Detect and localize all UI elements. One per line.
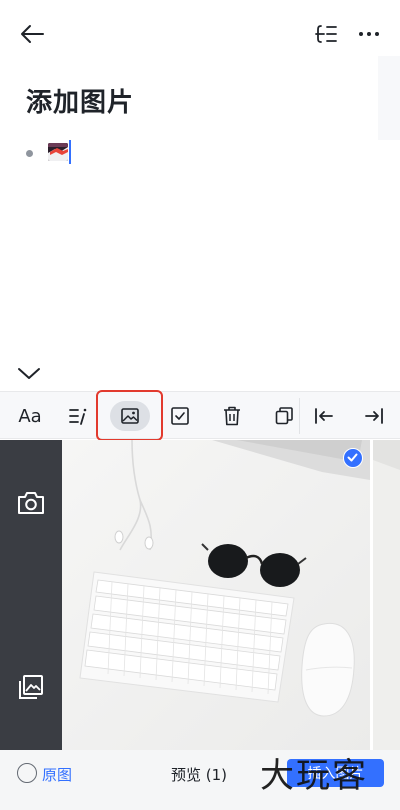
insert-image-button[interactable] [108, 392, 152, 440]
insert-image-button-confirm[interactable]: 插入图片 [287, 759, 384, 787]
picker-bottom-bar: 原图 预览 (1) 插入图片 [0, 750, 400, 810]
camera-icon[interactable] [17, 490, 45, 516]
list-format-button[interactable] [60, 392, 100, 440]
list-format-icon [69, 408, 87, 425]
copy-button[interactable] [264, 392, 304, 440]
inline-image-thumbnail[interactable] [48, 143, 68, 161]
copy-icon [275, 407, 293, 425]
text-format-button[interactable]: Aa [8, 392, 52, 440]
original-image-label[interactable]: 原图 [42, 764, 72, 785]
preview-button[interactable]: 预览 (1) [171, 764, 227, 785]
checkbox-button[interactable] [160, 392, 200, 440]
delete-button[interactable] [212, 392, 252, 440]
side-panel-edge [378, 56, 400, 140]
toolbar-divider [299, 398, 300, 434]
chevron-down-icon[interactable] [16, 362, 42, 384]
indent-icon [365, 408, 383, 424]
selected-check-icon[interactable] [343, 448, 363, 468]
image-picker [0, 440, 400, 750]
more-horizontal-icon[interactable] [356, 22, 382, 46]
original-image-radio[interactable] [17, 763, 37, 783]
photo-thumbnail[interactable] [373, 440, 400, 750]
gallery-icon[interactable] [18, 674, 44, 700]
text-caret [69, 140, 71, 164]
outline-icon[interactable] [313, 22, 339, 46]
outdent-button[interactable] [304, 392, 344, 440]
outdent-icon [315, 408, 333, 424]
picker-source-bar [0, 440, 62, 750]
top-nav-bar [0, 0, 400, 64]
document-title[interactable]: 添加图片 [26, 82, 134, 119]
image-icon [121, 408, 139, 424]
list-bullet [26, 150, 33, 157]
format-toolbar: Aa [0, 391, 400, 439]
checkbox-icon [171, 407, 189, 425]
photo-thumbnail-selected[interactable] [62, 440, 370, 750]
indent-button[interactable] [352, 392, 396, 440]
active-tool-highlight [110, 401, 150, 431]
arrow-left-icon[interactable] [18, 22, 46, 46]
trash-icon [224, 406, 240, 426]
